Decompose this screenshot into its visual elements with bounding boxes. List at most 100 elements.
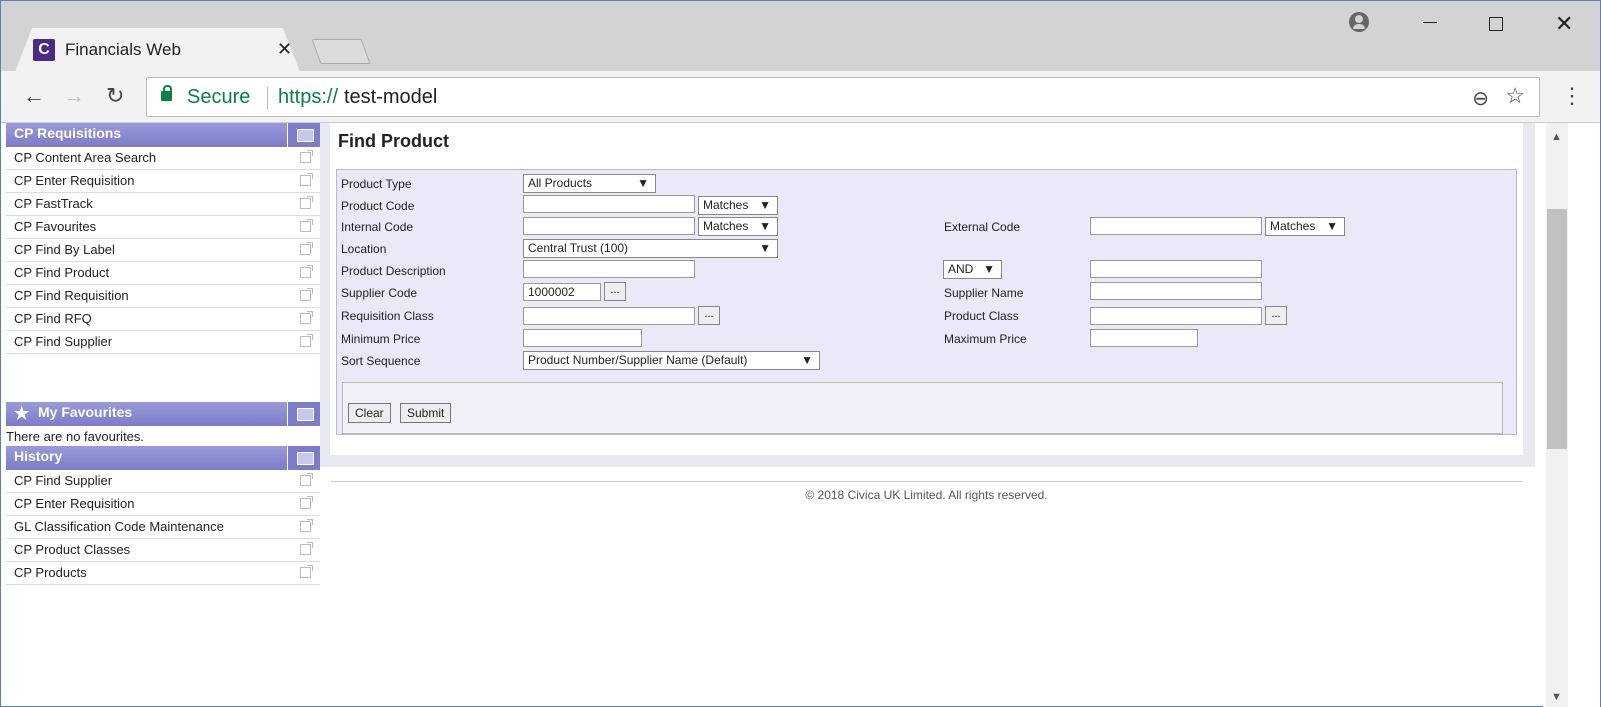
open-window-icon[interactable] <box>300 288 313 301</box>
product-code-match-select[interactable]: Matches ▼ <box>698 196 778 215</box>
location-label: Location <box>341 242 387 256</box>
open-window-icon[interactable] <box>300 473 313 486</box>
supplier-code-input[interactable] <box>523 283 601 301</box>
external-code-match-select[interactable]: Matches ▼ <box>1265 217 1345 236</box>
internal-code-label: Internal Code <box>341 220 414 234</box>
scroll-up-icon[interactable]: ▲ <box>1551 131 1562 143</box>
open-window-icon[interactable] <box>300 542 313 555</box>
requisitions-panel-title: CP Requisitions <box>14 125 122 141</box>
clear-button[interactable]: Clear <box>348 403 391 423</box>
requisition-class-lookup-button[interactable]: ... <box>698 306 720 325</box>
back-icon[interactable]: ← <box>23 83 45 109</box>
location-select[interactable]: Central Trust (100) ▼ <box>523 239 778 258</box>
history-panel-title: History <box>14 448 63 464</box>
internal-code-input[interactable] <box>523 217 695 235</box>
requisitions-item[interactable]: CP Content Area Search <box>6 147 320 170</box>
reload-icon[interactable]: ↻ <box>106 83 124 109</box>
address-bar[interactable]: Secure https:// test-model ⊖ ☆ <box>146 77 1540 117</box>
zoom-icon[interactable]: ⊖ <box>1472 86 1489 111</box>
form-button-bar: Clear Submit <box>342 382 1503 434</box>
open-window-icon[interactable] <box>300 242 313 255</box>
history-item[interactable]: CP Find Supplier <box>6 470 320 493</box>
open-window-icon[interactable] <box>300 334 313 347</box>
product-description-input-2[interactable] <box>1090 260 1262 278</box>
open-window-icon[interactable] <box>300 565 313 578</box>
requisitions-item-label: CP Find Supplier <box>14 334 113 349</box>
supplier-name-label: Supplier Name <box>944 286 1024 300</box>
product-description-input[interactable] <box>523 260 695 278</box>
product-class-input[interactable] <box>1090 307 1262 325</box>
url-host: test-model <box>344 86 438 108</box>
favicon-icon: C <box>33 39 55 61</box>
favourites-panel-title: My Favourites <box>38 404 133 420</box>
maximize-icon[interactable] <box>1489 17 1503 31</box>
requisitions-item[interactable]: CP Find RFQ <box>6 308 320 331</box>
open-window-icon[interactable] <box>300 219 313 232</box>
internal-code-match-value: Matches <box>703 219 749 233</box>
panel-window-icon[interactable] <box>287 446 320 470</box>
content-panel: Find Product Product Type All Products ▼… <box>330 123 1523 455</box>
chevron-down-icon: ▼ <box>801 353 813 367</box>
external-code-input[interactable] <box>1090 217 1262 235</box>
history-item-label: CP Find Supplier <box>14 473 113 488</box>
history-item[interactable]: GL Classification Code Maintenance <box>6 516 320 539</box>
requisitions-item[interactable]: CP Find By Label <box>6 239 320 262</box>
internal-code-match-select[interactable]: Matches ▼ <box>698 217 778 236</box>
window-close-icon[interactable]: ✕ <box>1555 11 1573 37</box>
requisitions-item-label: CP Find By Label <box>14 242 115 257</box>
description-operator-value: AND <box>948 262 974 276</box>
tab-close-icon[interactable]: ✕ <box>277 39 292 60</box>
browser-menu-icon[interactable]: ⋮ <box>1561 83 1583 109</box>
history-item[interactable]: CP Enter Requisition <box>6 493 320 516</box>
supplier-lookup-button[interactable]: ... <box>604 282 626 301</box>
open-window-icon[interactable] <box>300 173 313 186</box>
requisitions-item[interactable]: CP Favourites <box>6 216 320 239</box>
minimize-icon[interactable] <box>1423 22 1437 23</box>
product-type-select[interactable]: All Products ▼ <box>523 174 656 193</box>
history-item-label: GL Classification Code Maintenance <box>14 519 224 534</box>
requisition-class-input[interactable] <box>523 307 695 325</box>
requisitions-item-label: CP Favourites <box>14 219 97 234</box>
submit-button[interactable]: Submit <box>400 403 452 423</box>
scrollbar-thumb[interactable] <box>1547 209 1567 449</box>
product-code-input[interactable] <box>523 195 695 213</box>
sort-sequence-value: Product Number/Supplier Name (Default) <box>528 353 748 367</box>
browser-titlebar: C Financials Web ✕ ✕ <box>1 1 1600 72</box>
product-class-lookup-button[interactable]: ... <box>1265 306 1287 325</box>
supplier-name-input[interactable] <box>1090 282 1262 300</box>
sort-sequence-select[interactable]: Product Number/Supplier Name (Default) ▼ <box>523 351 820 370</box>
open-window-icon[interactable] <box>300 150 313 163</box>
forward-icon[interactable]: → <box>63 83 85 109</box>
panel-window-icon[interactable] <box>287 402 320 426</box>
history-item[interactable]: CP Product Classes <box>6 539 320 562</box>
history-item-label: CP Product Classes <box>14 542 131 557</box>
requisitions-item[interactable]: CP Find Requisition <box>6 285 320 308</box>
requisitions-item[interactable]: CP Find Supplier <box>6 331 320 354</box>
footer-divider <box>331 481 1522 482</box>
account-icon[interactable] <box>1349 12 1369 32</box>
requisitions-item[interactable]: CP FastTrack <box>6 193 320 216</box>
open-window-icon[interactable] <box>300 519 313 532</box>
product-code-label: Product Code <box>341 199 415 213</box>
requisitions-item[interactable]: CP Enter Requisition <box>6 170 320 193</box>
description-operator-select[interactable]: AND ▼ <box>943 260 1002 279</box>
open-window-icon[interactable] <box>300 311 313 324</box>
sort-sequence-label: Sort Sequence <box>341 354 421 368</box>
open-window-icon[interactable] <box>300 265 313 278</box>
open-window-icon[interactable] <box>300 496 313 509</box>
maximum-price-input[interactable] <box>1090 329 1198 347</box>
history-item-label: CP Products <box>14 565 87 580</box>
history-item[interactable]: CP Products <box>6 562 320 585</box>
requisitions-item[interactable]: CP Find Product <box>6 262 320 285</box>
scroll-down-icon[interactable]: ▼ <box>1551 691 1562 703</box>
new-tab-button[interactable] <box>311 39 371 64</box>
minimum-price-label: Minimum Price <box>341 332 421 346</box>
requisitions-item-label: CP Enter Requisition <box>14 173 135 188</box>
panel-folder-icon[interactable] <box>287 123 320 147</box>
history-list: CP Find Supplier CP Enter Requisition GL C… <box>6 470 320 585</box>
external-code-match-value: Matches <box>1270 219 1316 233</box>
open-window-icon[interactable] <box>300 196 313 209</box>
bookmark-star-icon[interactable]: ☆ <box>1505 83 1525 109</box>
lock-icon <box>161 85 172 101</box>
minimum-price-input[interactable] <box>523 329 642 347</box>
